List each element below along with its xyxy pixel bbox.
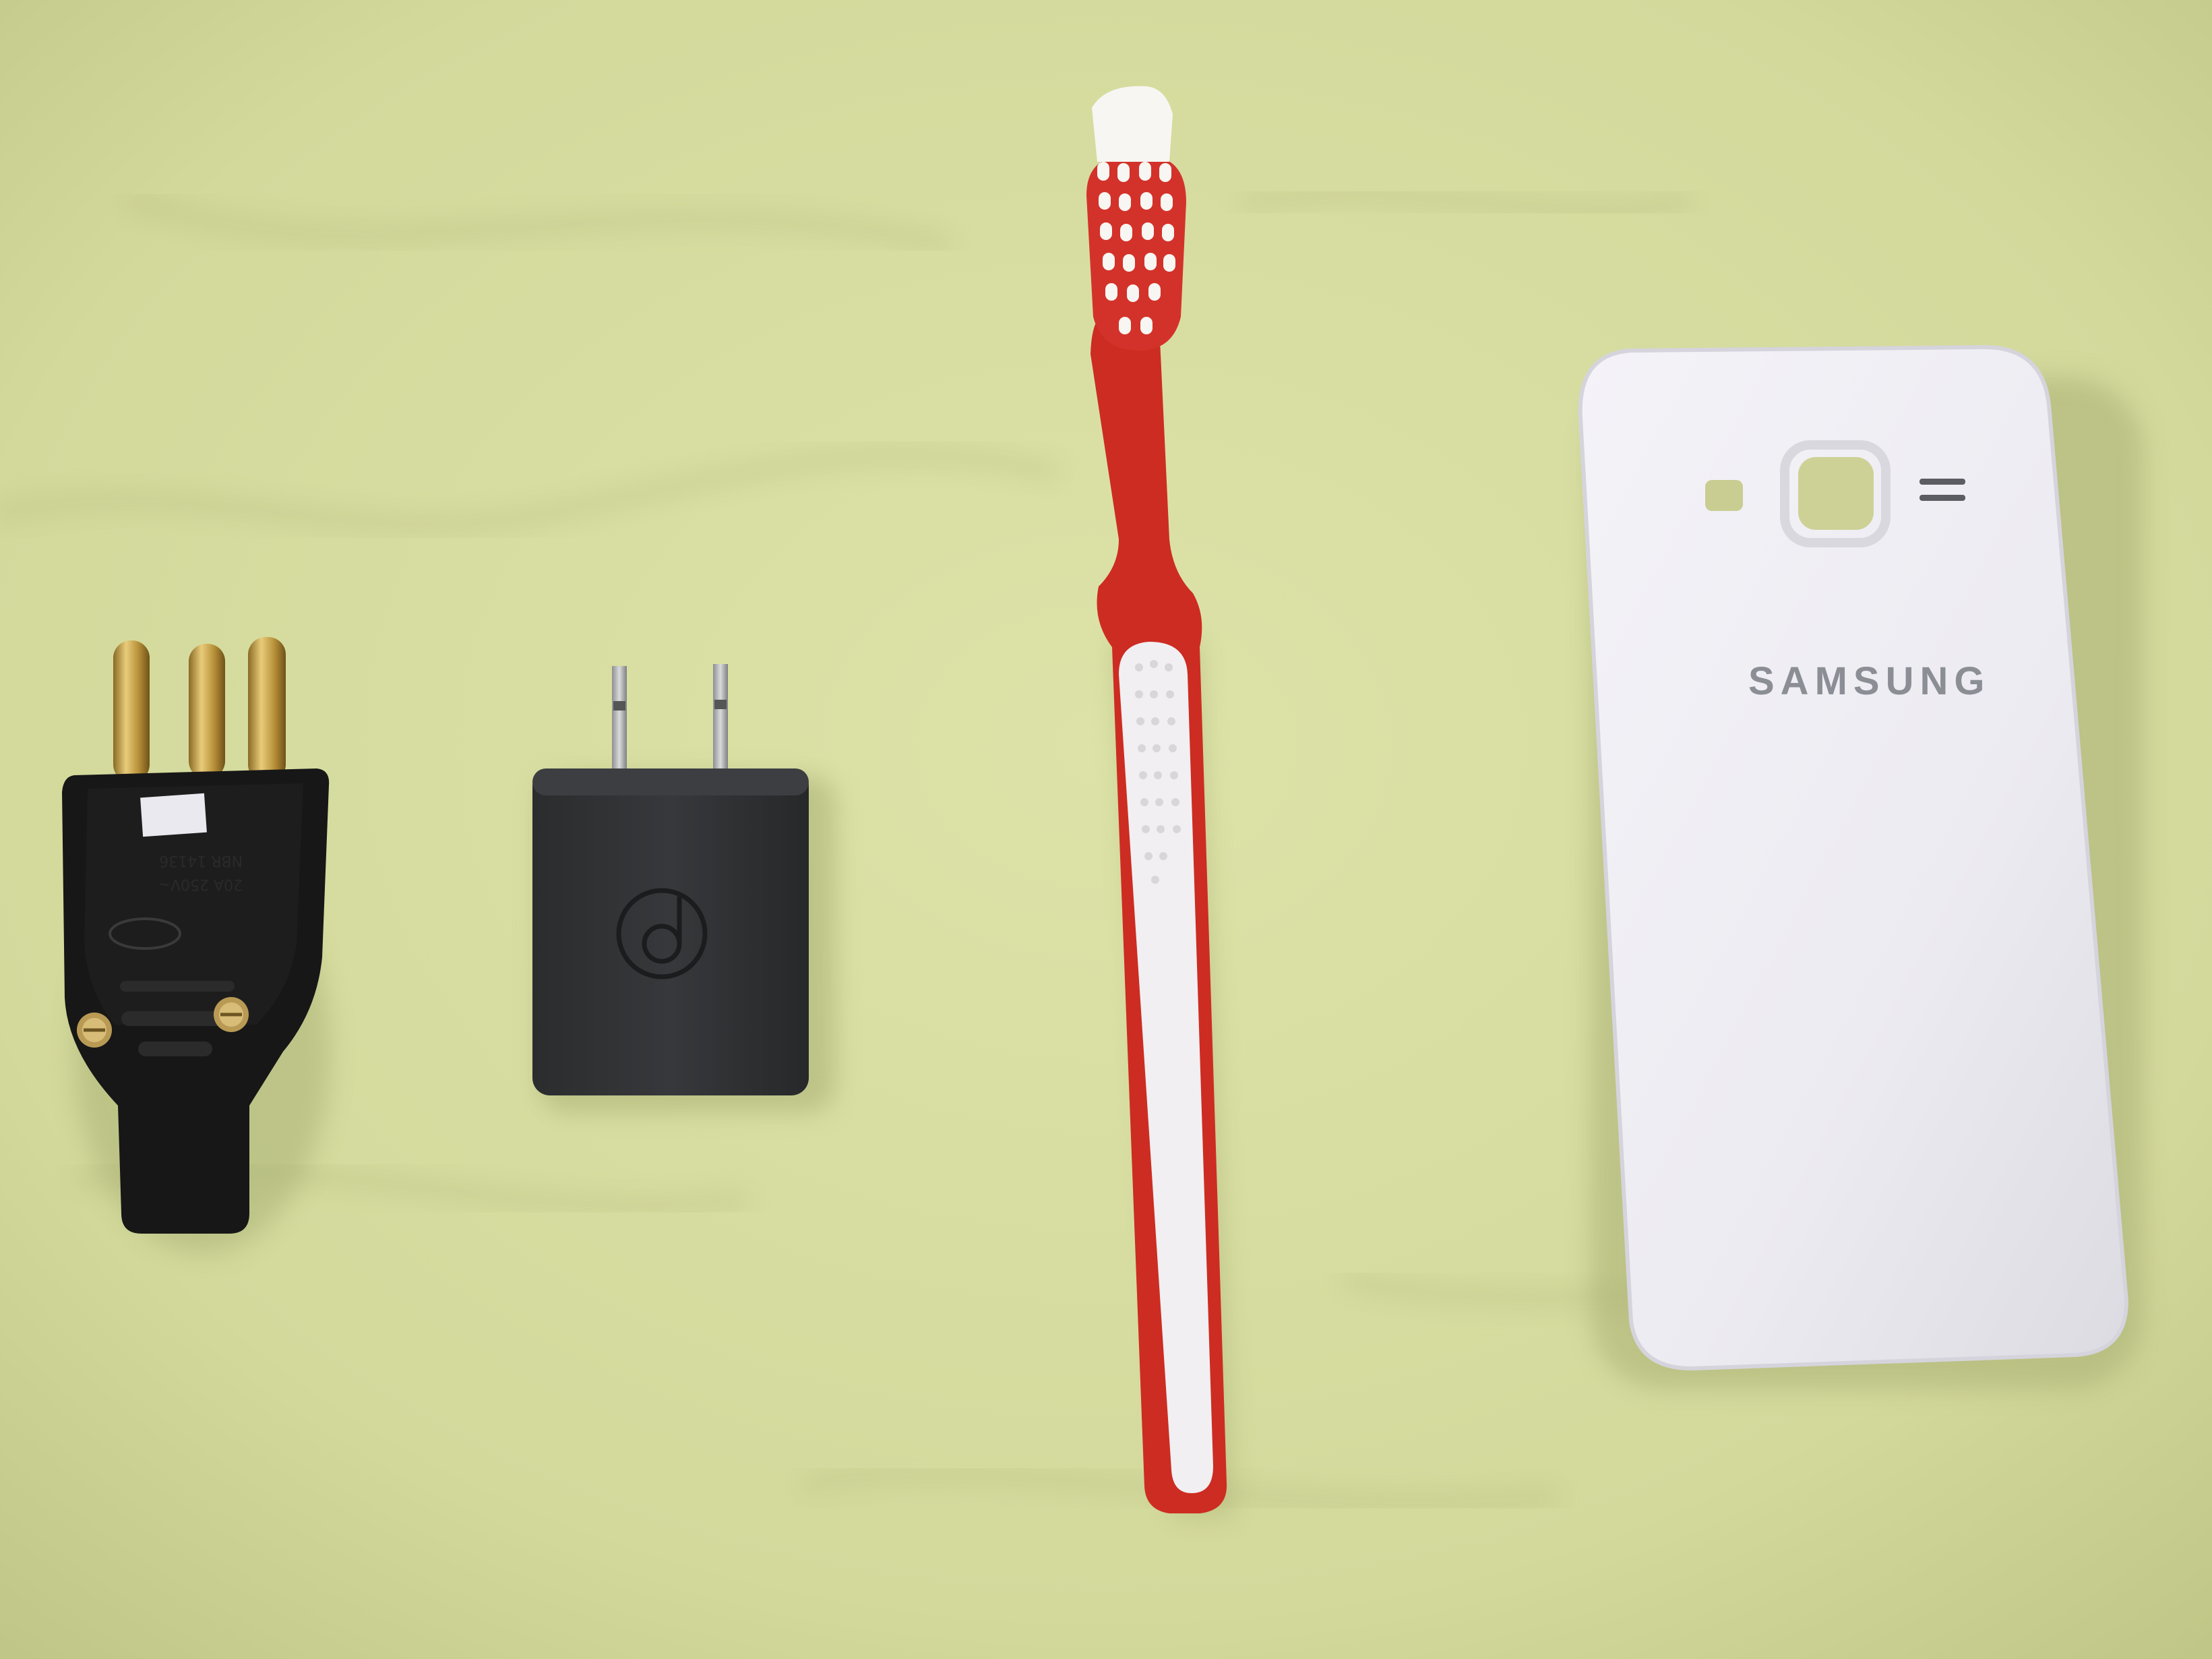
phone-back-cover: SAMSUNG (1578, 344, 2143, 1389)
cover-flash-cutout (1705, 480, 1743, 511)
toothbrush-head (1086, 156, 1186, 351)
adapter-prong-right (713, 664, 728, 772)
plug-pin-left (113, 640, 150, 782)
plug-screw-right (214, 997, 249, 1032)
plug-molded-text-1: 20A 250V~ (158, 876, 243, 893)
plug-molded-text-2: NBR 14136 (159, 852, 243, 869)
plug-pins (113, 637, 286, 782)
plug-pin-middle (189, 644, 225, 779)
plug-pin-right (248, 637, 286, 782)
adapter-body (532, 768, 809, 1095)
photo-scene: 20A 250V~ NBR 14136 SAMSUNG (0, 0, 2212, 1659)
plug-label-window (140, 793, 207, 837)
cover-brand-text: SAMSUNG (1748, 659, 1990, 703)
adapter-prong-left (612, 666, 627, 774)
plug-screw-left (77, 1013, 112, 1048)
